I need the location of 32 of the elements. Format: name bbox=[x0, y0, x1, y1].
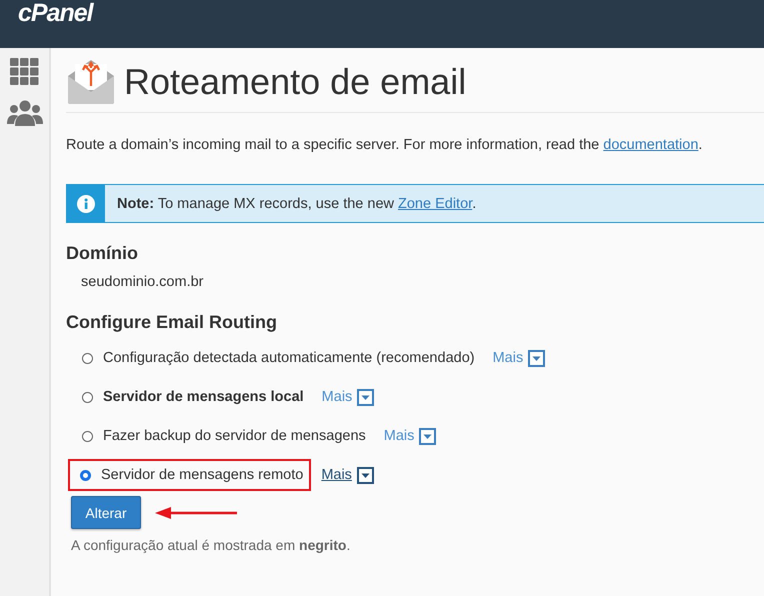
radio-button[interactable] bbox=[82, 392, 93, 402]
radio-button[interactable] bbox=[82, 352, 93, 364]
zone-editor-link[interactable]: Zone Editor bbox=[398, 196, 472, 212]
option-label: Configuração detectada automaticamente (recomendado) bbox=[103, 350, 475, 366]
radio-button[interactable] bbox=[80, 470, 91, 480]
users-icon[interactable] bbox=[6, 100, 42, 126]
section-heading: Domínio bbox=[66, 243, 139, 264]
caret-icon[interactable] bbox=[528, 350, 546, 366]
radio-option[interactable]: Fazer backup do servidor de mensagens bbox=[66, 423, 374, 449]
documentation-link[interactable]: documentation bbox=[603, 137, 698, 153]
info-icon bbox=[77, 194, 95, 212]
email-routing-icon bbox=[66, 58, 116, 106]
radio-option[interactable]: Servidor de mensagens local bbox=[66, 384, 312, 410]
footnote: A configuração atual é mostrada em negrito. bbox=[71, 537, 352, 553]
note-text: Note: To manage MX records, use the new Zone Editor. bbox=[116, 196, 476, 212]
highlight-frame[interactable]: Servidor de mensagens remoto bbox=[68, 459, 312, 491]
grid-icon[interactable] bbox=[10, 58, 40, 86]
page-title: Roteamento de email bbox=[124, 61, 466, 103]
option-label: Fazer backup do servidor de mensagens bbox=[103, 428, 366, 444]
caret-icon[interactable] bbox=[357, 388, 374, 406]
caret-icon[interactable] bbox=[419, 428, 436, 444]
section-heading: Configure Email Routing bbox=[66, 312, 278, 333]
option-label: Servidor de mensagens remoto bbox=[101, 467, 304, 483]
logo[interactable]: cPanel bbox=[18, 0, 93, 28]
alterar-button[interactable]: Alterar bbox=[71, 496, 141, 529]
page-description: Route a domain’s incoming mail to a specific server. For more information, read the documentation. bbox=[66, 137, 704, 153]
caret-icon[interactable] bbox=[356, 466, 374, 484]
more-link[interactable]: Mais bbox=[321, 467, 352, 483]
radio-button[interactable] bbox=[82, 430, 93, 442]
option-label: Servidor de mensagens local bbox=[103, 389, 304, 405]
radio-option[interactable]: Configuração detectada automaticamente (recomendado) bbox=[66, 345, 483, 371]
domain-value: seudominio.com.br bbox=[81, 274, 204, 290]
